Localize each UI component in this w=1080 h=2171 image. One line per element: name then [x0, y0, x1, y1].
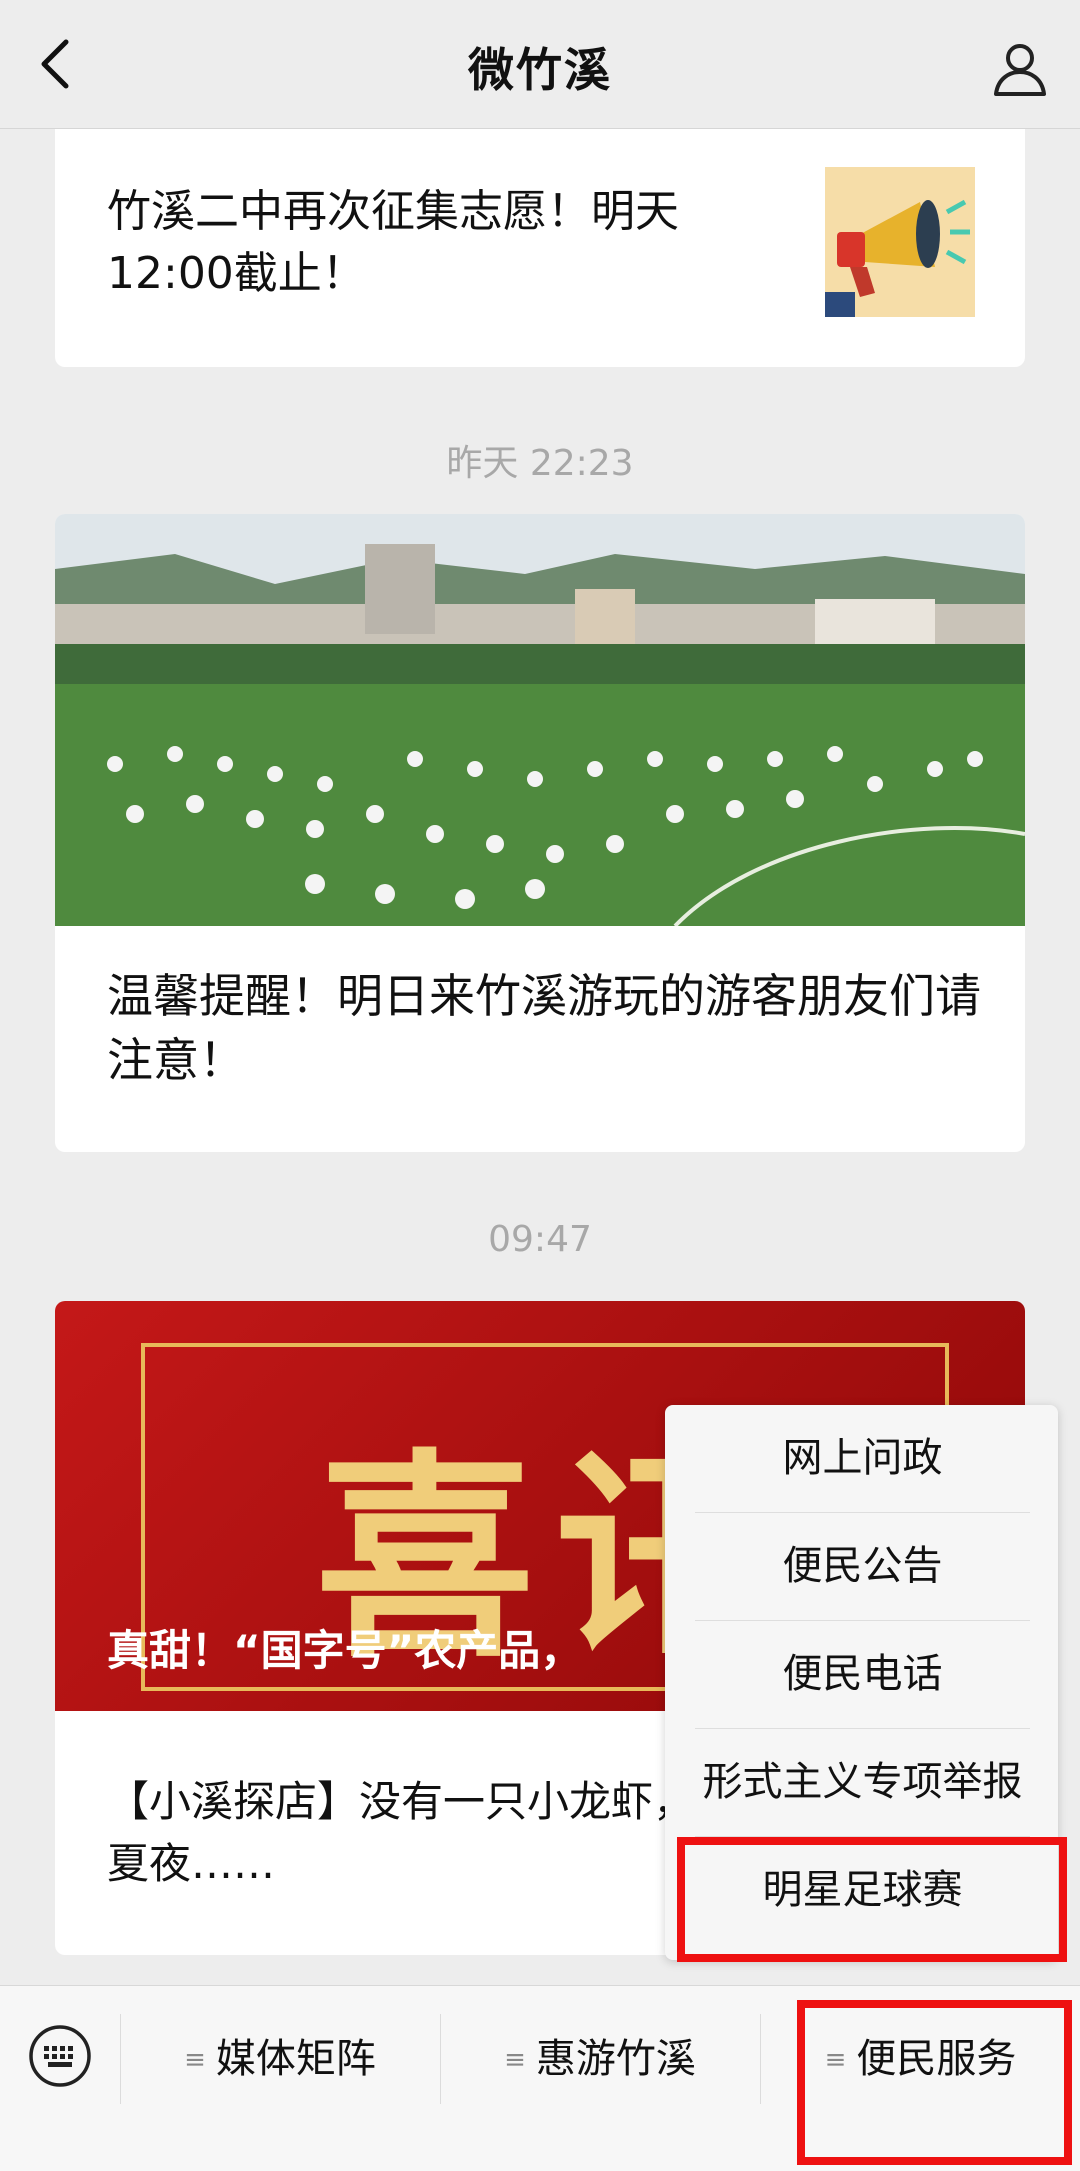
service-submenu: 网上问政 便民公告 便民电话 形式主义专项举报 明星足球赛 [665, 1405, 1058, 1960]
menu-lines-icon: ≡ [184, 2045, 206, 2075]
menu-tab-label: 惠游竹溪 [535, 2036, 696, 2082]
menu-tab-tourism[interactable]: ≡ 惠游竹溪 [441, 2014, 759, 2104]
cover-headline: 真甜！“国字号”农产品， [107, 1626, 583, 1675]
menu-lines-icon: ≡ [504, 2045, 526, 2075]
menu-lines-icon: ≡ [824, 2045, 847, 2075]
page-title: 微竹溪 [468, 43, 612, 97]
timestamp: 09:47 [488, 1219, 592, 1260]
bottom-menu-bar: ≡ 媒体矩阵 ≡ 惠游竹溪 ≡ 便民服务 [0, 1985, 1080, 2171]
keyboard-icon[interactable] [28, 2024, 92, 2088]
article-cover-image [55, 514, 1025, 928]
article-title: 竹溪二中再次征集志愿！明天12:00截止！ [107, 186, 679, 299]
submenu-item-public-notice[interactable]: 便民公告 [695, 1513, 1030, 1621]
submenu-item-formalism-report[interactable]: 形式主义专项举报 [695, 1729, 1030, 1837]
megaphone-thumbnail-icon [825, 167, 975, 317]
submenu-item-service-phone[interactable]: 便民电话 [695, 1621, 1030, 1729]
article-card[interactable]: 竹溪二中再次征集志愿！明天12:00截止！ [55, 129, 1025, 367]
profile-icon[interactable] [990, 38, 1050, 98]
menu-tab-media-matrix[interactable]: ≡ 媒体矩阵 [121, 2014, 439, 2104]
timestamp: 昨天 22:23 [446, 443, 634, 484]
submenu-item-online-inquiry[interactable]: 网上问政 [695, 1405, 1030, 1513]
menu-tab-label: 便民服务 [856, 2036, 1017, 2082]
menu-tab-public-service[interactable]: ≡ 便民服务 [761, 2014, 1080, 2104]
article-title: 温馨提醒！明日来竹溪游玩的游客朋友们请注意！ [107, 969, 981, 1087]
article-card[interactable]: 温馨提醒！明日来竹溪游玩的游客朋友们请注意！ [55, 514, 1025, 1152]
menu-tab-label: 媒体矩阵 [215, 2036, 376, 2082]
submenu-item-star-football[interactable]: 明星足球赛 [695, 1837, 1030, 1944]
top-nav-bar: 微竹溪 [0, 0, 1080, 129]
